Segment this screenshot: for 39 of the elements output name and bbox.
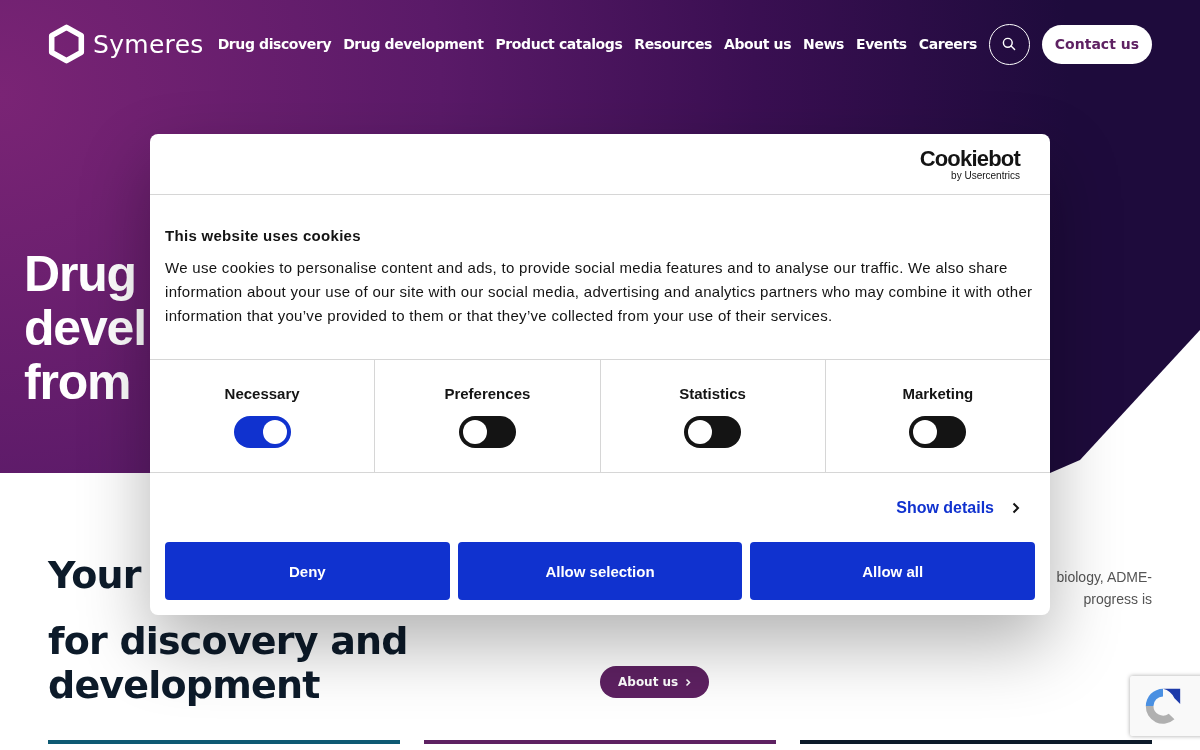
toggle-label: Preferences	[444, 385, 531, 402]
consent-button[interactable]: Deny	[165, 542, 450, 600]
toggle-switch[interactable]	[233, 416, 291, 448]
section-heading-line: for discovery and	[48, 619, 408, 663]
toggle-label: Necessary	[224, 385, 300, 402]
search-icon	[1001, 36, 1018, 52]
nav-link[interactable]: Careers	[918, 36, 977, 52]
toggle-label: Statistics	[679, 385, 746, 402]
nav-link[interactable]: News	[803, 36, 844, 52]
toggle-switch[interactable]	[684, 416, 742, 448]
section-heading-line: development	[48, 663, 320, 707]
consent-button[interactable]: Allow selection	[457, 542, 743, 600]
toggle-switch[interactable]	[909, 416, 967, 448]
nav-link[interactable]: Events	[856, 36, 907, 52]
nav-link[interactable]: Drug development	[343, 36, 484, 52]
hero-heading-line: Drug	[24, 247, 136, 301]
toggle-switch[interactable]	[458, 416, 516, 448]
show-details-link[interactable]: Show details	[896, 498, 994, 517]
toggle-label: Marketing	[902, 385, 974, 402]
brand-logo-text: Cookiebot	[919, 147, 1020, 170]
hero-heading-line: from	[24, 355, 131, 409]
logo-text[interactable]: Symeres	[93, 29, 204, 59]
hexagon-logo-icon	[48, 23, 85, 65]
dialog-text: We use cookies to personalise content and ads, to provide social media features and to analyse our traffic. We also share information about your use of our site with our social media, advertising and analytics partners who may combine it with other information that you’ve provided to them or that they’ve collected from your use of their services.	[165, 258, 1034, 326]
consent-button[interactable]: Allow all	[750, 542, 1035, 600]
section-heading-line: Your	[48, 553, 141, 597]
nav-link[interactable]: About us	[724, 36, 792, 52]
hero-heading-line: devel	[24, 301, 146, 355]
recaptcha-badge[interactable]	[1130, 676, 1200, 736]
about-button[interactable]: About us	[600, 666, 710, 698]
brand-subtitle: by Usercentrics	[951, 169, 1020, 181]
chevron-right-icon	[1012, 501, 1020, 514]
body-text-line: biology, ADME-	[1056, 568, 1152, 587]
body-text-line: progress is	[1083, 590, 1152, 609]
chevron-right-icon	[685, 677, 692, 687]
nav-link[interactable]: Product catalogs	[495, 36, 623, 52]
nav-link[interactable]: Resources	[634, 36, 712, 52]
nav-link[interactable]: Drug discovery	[217, 36, 332, 52]
dialog-title: This website uses cookies	[165, 227, 362, 244]
